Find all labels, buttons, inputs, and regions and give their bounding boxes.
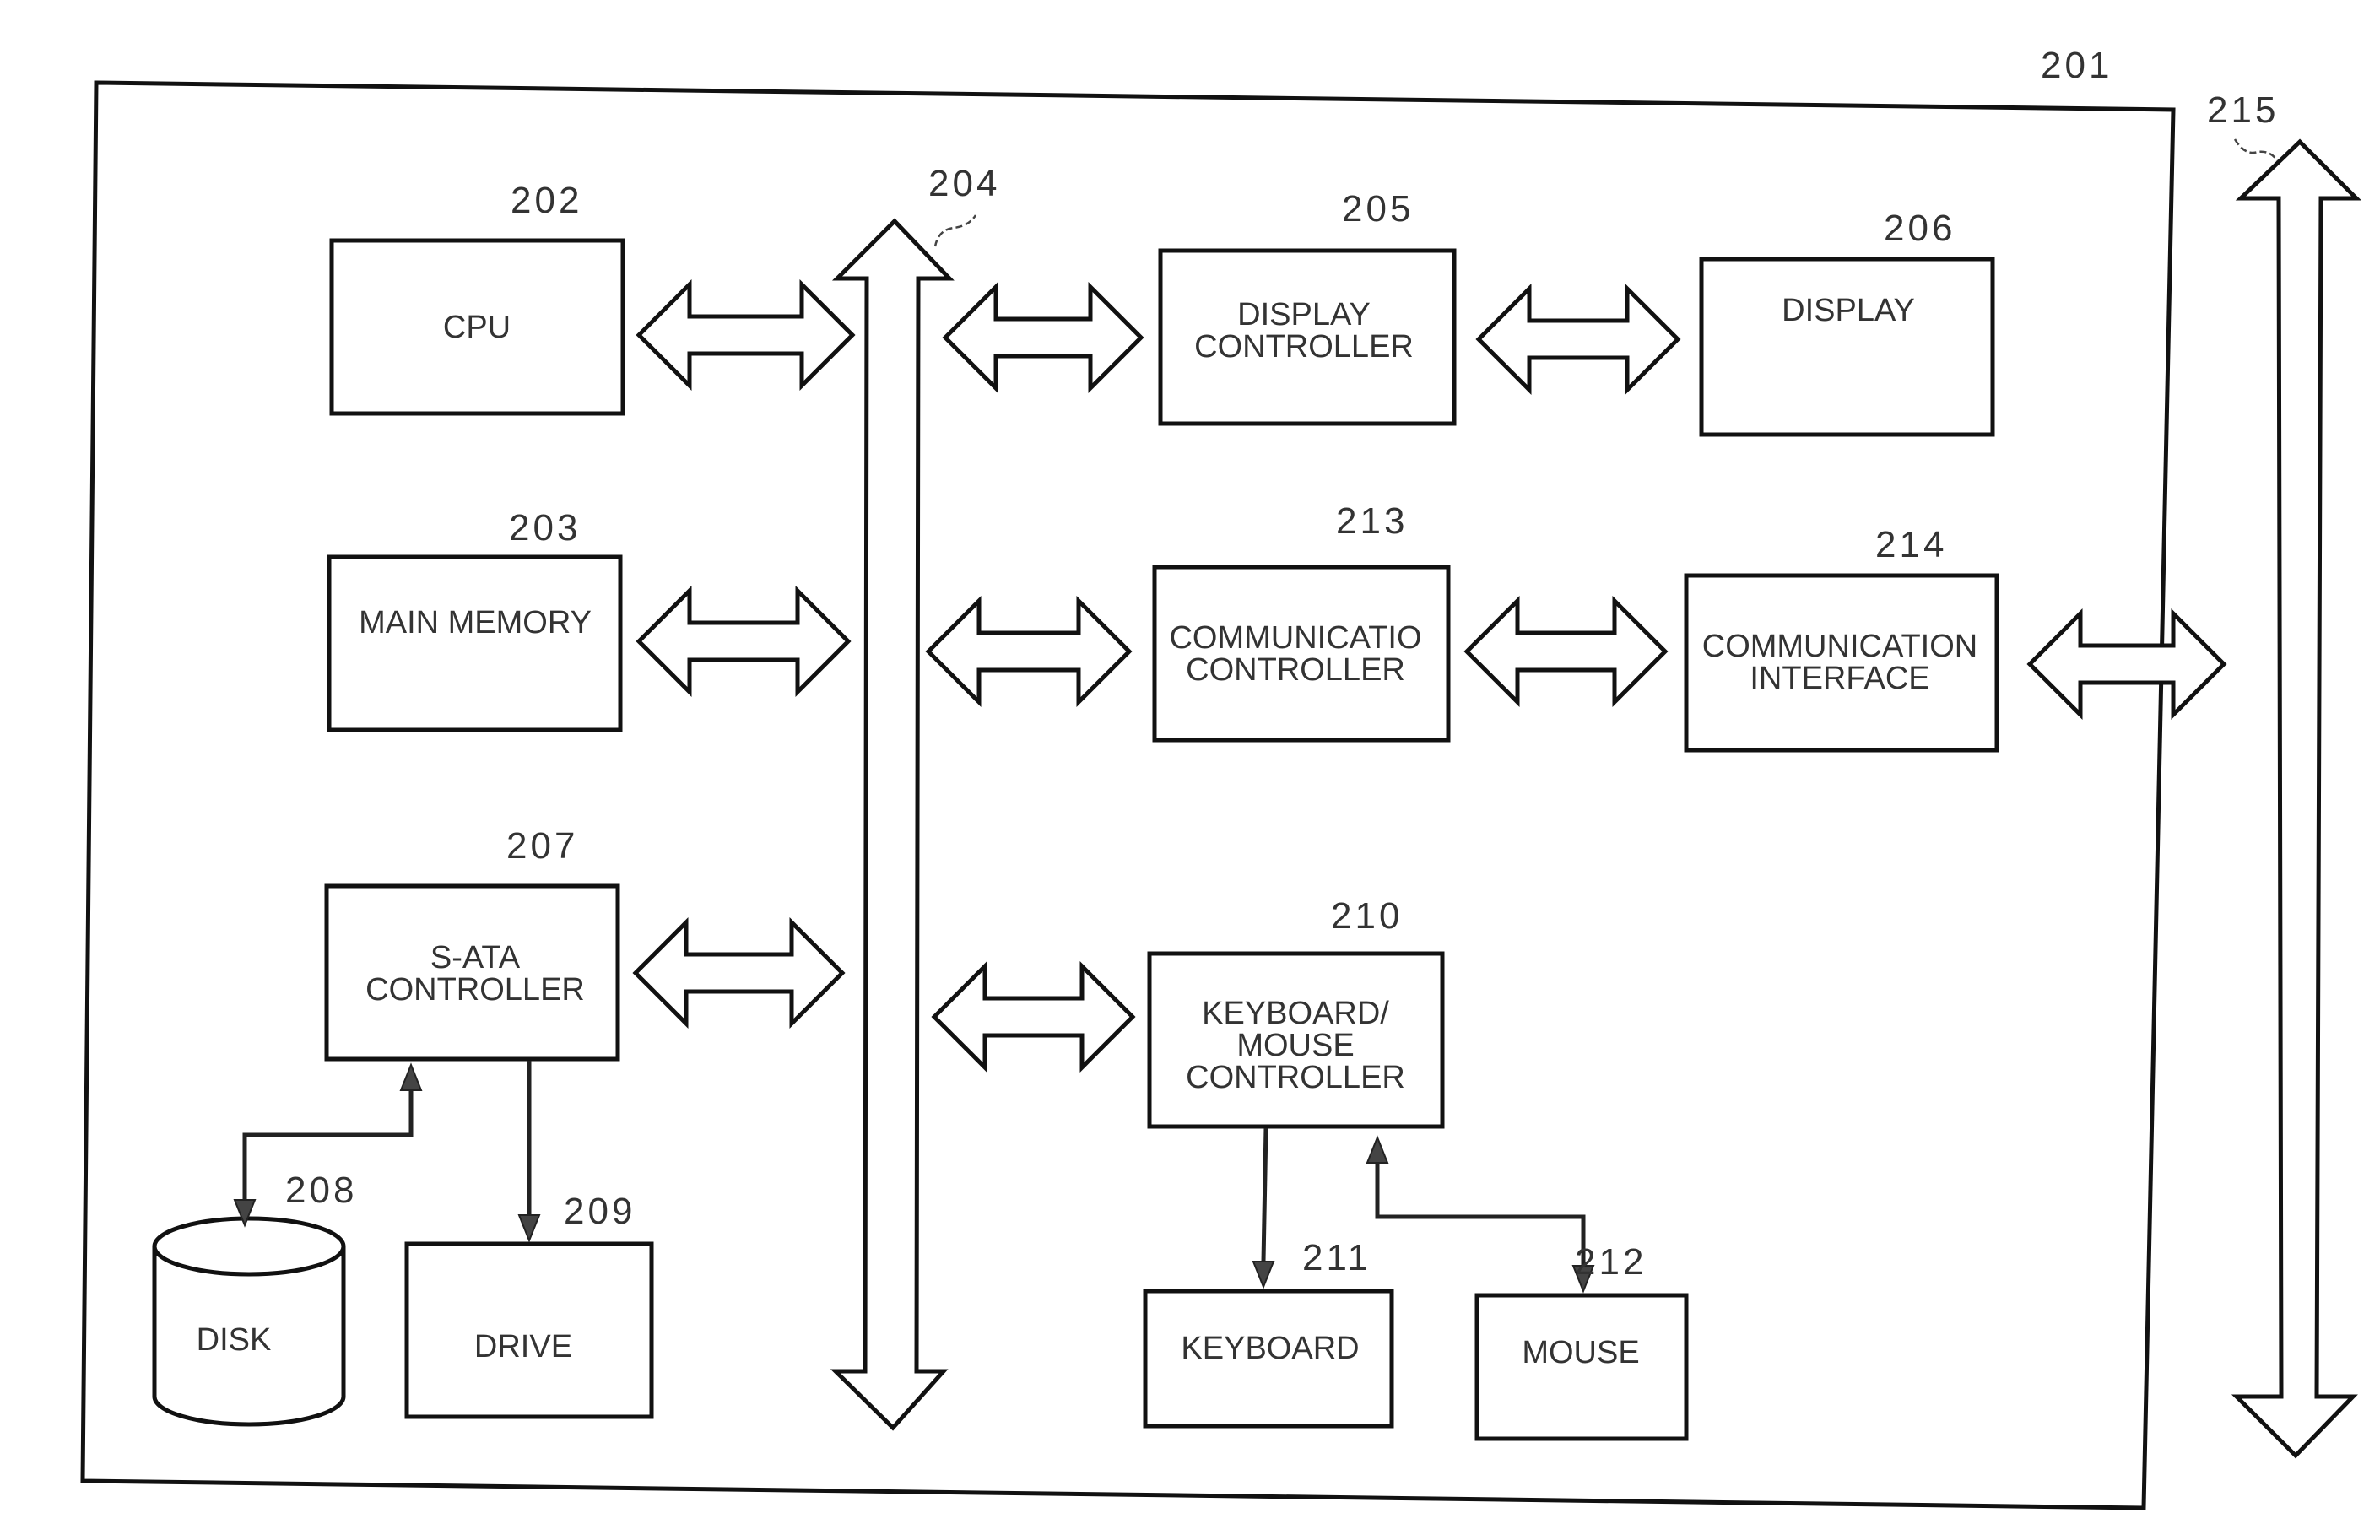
comm-controller-label: COMMUNICATIO CONTROLLER	[1169, 620, 1421, 688]
kbd-controller-to-keyboard-line	[1261, 1127, 1268, 1262]
disk-label: DISK	[197, 1322, 272, 1358]
keyboard-label: KEYBOARD	[1181, 1331, 1359, 1366]
sata-bus-arrow	[632, 916, 846, 1029]
ref-203: 203	[509, 507, 581, 548]
ref-209: 209	[564, 1191, 636, 1232]
ref-215: 215	[2207, 89, 2279, 131]
arrowhead-up-sata	[399, 1062, 423, 1091]
bus-display-controller-arrow	[942, 281, 1144, 394]
block-diagram: 201 215 202 204 205 206 203 213 214 207 …	[80, 45, 2362, 1510]
comm-controller-interface-arrow	[1463, 595, 1669, 708]
system-bus-arrow	[830, 218, 955, 1431]
mouse-to-controller-line	[1375, 1163, 1586, 1266]
display-controller-display-arrow	[1475, 283, 1681, 396]
ref-206: 206	[1884, 208, 1955, 249]
display-box	[1699, 257, 1995, 437]
main-memory-box	[327, 554, 623, 732]
mouse-label: MOUSE	[1522, 1335, 1639, 1370]
network-215-leader	[2233, 138, 2279, 161]
ref-201: 201	[2041, 45, 2112, 86]
ref-204: 204	[928, 163, 1000, 204]
disk-cylinder	[152, 1216, 346, 1427]
ref-211: 211	[1302, 1237, 1371, 1278]
cpu-bus-arrow	[636, 278, 856, 392]
ref-208: 208	[285, 1170, 357, 1211]
bus-kbd-mouse-controller-arrow	[931, 960, 1136, 1073]
bus-comm-controller-arrow	[925, 595, 1133, 708]
display-label: DISPLAY	[1782, 293, 1915, 328]
memory-bus-arrow	[636, 585, 852, 698]
ref-213: 213	[1336, 500, 1408, 542]
ref-202: 202	[511, 180, 582, 221]
cpu-label: CPU	[443, 310, 511, 345]
arrowhead-up-controller	[1366, 1135, 1389, 1164]
arrowhead-down-drive	[517, 1214, 541, 1243]
bus-204-leader	[933, 214, 977, 247]
ref-212: 212	[1575, 1241, 1647, 1283]
drive-label: DRIVE	[474, 1329, 572, 1364]
network-bus-arrow	[2231, 138, 2362, 1459]
ref-205: 205	[1342, 188, 1414, 230]
ref-210: 210	[1331, 895, 1403, 937]
arrowhead-down-keyboard	[1252, 1261, 1275, 1289]
comm-interface-network-arrow	[2026, 608, 2227, 721]
main-memory-label: MAIN MEMORY	[359, 605, 592, 640]
ref-214: 214	[1875, 524, 1947, 565]
ref-207: 207	[506, 825, 578, 867]
